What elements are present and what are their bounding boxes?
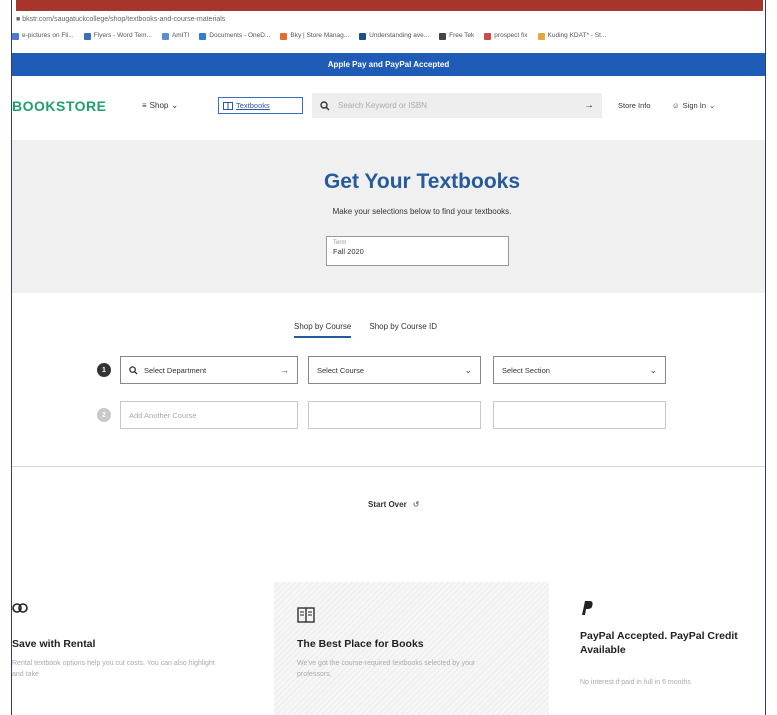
- arrow-right-icon[interactable]: →: [584, 100, 594, 111]
- promo-banner: Apple Pay and PayPal Accepted: [12, 53, 765, 76]
- search-icon: [320, 100, 330, 111]
- feature-paypal: PayPal Accepted. PayPal Credit Available…: [580, 582, 765, 715]
- course-select-empty: [308, 401, 481, 429]
- bookmark-icon: [83, 32, 91, 40]
- bookmark-icon: [484, 32, 492, 40]
- shop-label: Shop: [149, 101, 169, 110]
- bookmarks-bar: e-pictures on Fli... Flyers - Word Tem...…: [12, 28, 765, 44]
- bookmark-label: Understanding ave...: [369, 32, 430, 39]
- page-title: Get Your Textbooks: [323, 170, 521, 193]
- shop-menu[interactable]: ≡ Shop ⌄: [142, 101, 178, 110]
- title-bar: [16, 0, 763, 11]
- department-label: Select Department: [144, 365, 207, 375]
- url-text: bkstr.com/saugatuckcollege/shop/textbook…: [22, 16, 226, 23]
- bookmark-label: Bky | Store Manag...: [290, 32, 350, 39]
- chevron-down-icon: ⌄: [649, 364, 657, 375]
- section-select-empty: [493, 401, 666, 429]
- site-header: BOOKSTORE ≡ Shop ⌄ Textbooks Search Keyw…: [12, 80, 765, 132]
- textbooks-label: Textbooks: [236, 101, 270, 110]
- paypal-icon: [580, 600, 594, 616]
- feature-rental: Save with Rental Rental textbook options…: [12, 582, 262, 715]
- store-info-link[interactable]: Store Info: [618, 101, 651, 110]
- add-course-label: Add Another Course: [129, 410, 197, 420]
- store-logo[interactable]: BOOKSTORE: [12, 98, 106, 114]
- start-over-button[interactable]: Start Over ↺: [368, 500, 419, 509]
- sign-in-menu[interactable]: ☺ Sign In ⌄: [672, 101, 715, 110]
- hero-section: Get Your Textbooks Make your selections …: [12, 140, 765, 293]
- bookmark-label: Kuding KDAT* - St...: [547, 32, 607, 39]
- bookmark-icon: [161, 32, 169, 40]
- chevron-down-icon: ⌄: [464, 364, 472, 375]
- feature-text: Rental textbook options help you cut cos…: [12, 660, 215, 678]
- feature-title: PayPal Accepted. PayPal Credit Available: [580, 630, 738, 656]
- department-select[interactable]: Select Department →: [120, 356, 298, 384]
- refresh-icon: ↺: [412, 500, 420, 509]
- step-badge: 2: [97, 408, 111, 422]
- rental-icon: [12, 602, 28, 614]
- bookmark-item[interactable]: Kuding KDAT* - St...: [537, 28, 607, 44]
- bookmark-item[interactable]: Flyers - Word Tem...: [83, 28, 152, 44]
- feature-text: We've got the course-required textbooks …: [297, 660, 476, 678]
- book-icon: [297, 607, 315, 623]
- lock-icon: ■: [16, 16, 21, 23]
- start-over-label: Start Over: [368, 500, 407, 509]
- tab-shop-by-course-id[interactable]: Shop by Course ID: [369, 322, 437, 338]
- course-label: Select Course: [317, 365, 365, 375]
- bookmark-icon: [280, 32, 288, 40]
- sign-in-label: Sign In: [682, 101, 707, 110]
- browser-window: ■ bkstr.com/saugatuckcollege/shop/textbo…: [12, 0, 765, 715]
- bookmark-item[interactable]: prospect fix: [484, 28, 528, 44]
- frame-border: [765, 0, 766, 715]
- chevron-down-icon: ⌄: [171, 101, 179, 110]
- bookmark-item[interactable]: Understanding ave...: [359, 28, 429, 44]
- feature-title: Save with Rental: [12, 638, 96, 650]
- address-bar[interactable]: ■ bkstr.com/saugatuckcollege/shop/textbo…: [12, 13, 765, 27]
- feature-title: The Best Place for Books: [297, 638, 424, 650]
- step-badge: 1: [97, 363, 111, 377]
- bookmark-icon: [12, 32, 19, 40]
- bookmark-icon: [537, 32, 545, 40]
- term-select[interactable]: Term Fall 2020: [326, 236, 509, 266]
- user-icon: ☺: [672, 101, 680, 110]
- feature-text: No interest if paid in full in 6 months: [580, 679, 691, 686]
- term-label: Term: [333, 240, 347, 246]
- bookmark-item[interactable]: e-pictures on Fli...: [12, 28, 74, 44]
- tab-shop-by-course[interactable]: Shop by Course: [294, 322, 352, 338]
- promo-text: Apple Pay and PayPal Accepted: [327, 60, 450, 69]
- bookmark-label: AmITI: [171, 32, 190, 39]
- bookmark-label: e-pictures on Fli...: [22, 32, 74, 39]
- course-row-2: 2: [97, 408, 111, 422]
- bookmark-item[interactable]: AmITI: [161, 28, 190, 44]
- bookmark-label: prospect fix: [494, 32, 528, 39]
- bookmark-item[interactable]: Bky | Store Manag...: [280, 28, 349, 44]
- course-row-1: 1: [97, 363, 111, 377]
- bookmark-item[interactable]: Documents - OneD...: [199, 28, 270, 44]
- book-icon: [223, 101, 233, 110]
- course-select[interactable]: Select Course ⌄: [308, 356, 481, 384]
- add-course-input[interactable]: Add Another Course: [120, 401, 298, 429]
- bookmark-label: Free Tek: [449, 32, 475, 39]
- arrow-right-icon: →: [280, 365, 289, 375]
- bookmark-icon: [199, 32, 207, 40]
- search-placeholder: Search Keyword or ISBN: [338, 101, 427, 110]
- chevron-down-icon: ⌄: [709, 101, 716, 110]
- section-label: Select Section: [502, 365, 550, 375]
- textbooks-link[interactable]: Textbooks: [218, 97, 303, 114]
- page-subtitle: Make your selections below to find your …: [332, 207, 512, 216]
- section-select[interactable]: Select Section ⌄: [493, 356, 666, 384]
- term-value: Fall 2020: [333, 247, 364, 256]
- menu-icon: ≡: [142, 101, 147, 110]
- search-input[interactable]: Search Keyword or ISBN →: [312, 93, 602, 118]
- bookmark-label: Flyers - Word Tem...: [93, 32, 152, 39]
- bookmark-icon: [439, 32, 447, 40]
- bookmark-icon: [359, 32, 367, 40]
- divider: [12, 466, 765, 467]
- feature-best-place: The Best Place for Books We've got the c…: [274, 582, 549, 715]
- search-icon: [129, 365, 138, 375]
- bookmark-item[interactable]: Free Tek: [439, 28, 474, 44]
- shop-tabs: Shop by Course Shop by Course ID: [294, 322, 437, 338]
- bookmark-label: Documents - OneD...: [209, 32, 271, 39]
